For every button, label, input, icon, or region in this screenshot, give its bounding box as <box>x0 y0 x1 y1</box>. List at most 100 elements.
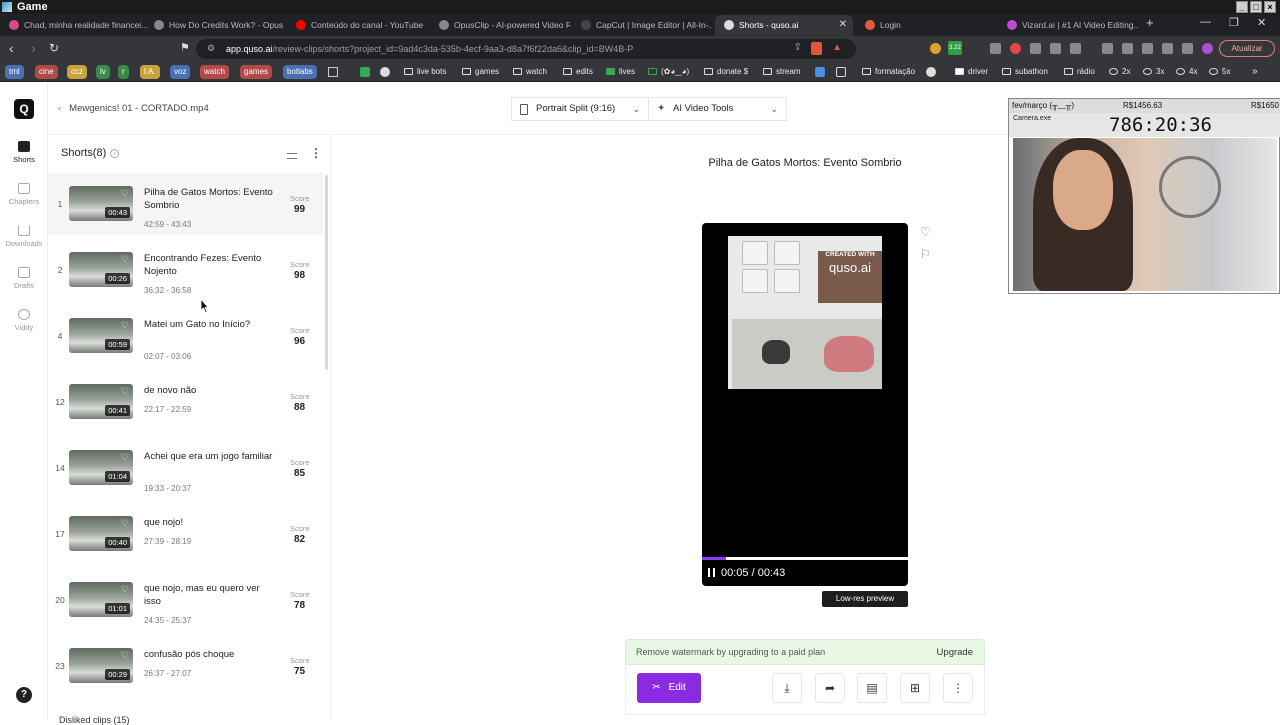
layout-button[interactable]: ⊞ <box>900 673 930 703</box>
more-button[interactable]: ⋮ <box>943 673 973 703</box>
close-browser-icon[interactable]: ✕ <box>1257 16 1266 29</box>
profile-avatar-icon[interactable] <box>1202 43 1213 54</box>
bookmark-chip[interactable]: watch <box>200 65 229 79</box>
bookmark-item[interactable]: (✿◕‿◕) <box>648 65 689 79</box>
edit-button[interactable]: ✂ Edit <box>637 673 701 703</box>
rail-item-chapters[interactable]: Chapters <box>0 183 48 206</box>
browser-tab[interactable]: Chad, minha realidade financei... <box>0 15 148 36</box>
sidebar-icon[interactable] <box>1122 43 1133 54</box>
heart-icon[interactable]: ♡ <box>121 518 129 529</box>
rail-item-viddy[interactable]: Viddy <box>0 309 48 332</box>
brave-shield-icon[interactable] <box>811 42 822 55</box>
bookmark-icon[interactable] <box>926 67 936 77</box>
clip-row[interactable]: 23 ♡ 00:29 confusão pós choque 26:37 - 27:07… <box>48 635 323 697</box>
bookmark-chip[interactable]: r <box>118 65 129 79</box>
bookmark-chip[interactable]: l.A. <box>140 65 160 79</box>
minimize-browser-icon[interactable]: — <box>1200 16 1211 28</box>
progress-bar[interactable] <box>702 557 908 560</box>
bookmark-folder[interactable]: formatação <box>862 65 915 79</box>
record-extension-icon[interactable] <box>1010 43 1021 54</box>
back-icon[interactable]: ‹ <box>9 41 14 55</box>
dislike-icon[interactable]: ⚐ <box>920 247 931 261</box>
breadcrumb[interactable]: ‹ Mewgenics! 01 - CORTADO.mp4 <box>58 103 209 114</box>
bookmark-icon[interactable] <box>360 67 370 77</box>
extension-icon[interactable] <box>1070 43 1081 54</box>
bookmark-icon[interactable]: ⚑ <box>180 41 190 55</box>
bookmark-folder[interactable]: watch <box>513 65 547 79</box>
browser-tab[interactable]: Conteúdo do canal - YouTube <box>287 15 427 36</box>
rail-item-shorts[interactable]: Shorts <box>0 141 48 164</box>
heart-icon[interactable]: ♡ <box>121 650 129 661</box>
heart-icon[interactable]: ♡ <box>121 584 129 595</box>
heart-icon[interactable]: ♡ <box>121 386 129 397</box>
brave-rewards-icon[interactable]: ▲ <box>832 42 842 53</box>
extension-icon[interactable] <box>990 43 1001 54</box>
wallet-icon[interactable] <box>1142 43 1153 54</box>
heart-icon[interactable]: ♡ <box>121 254 129 265</box>
bookmark-item[interactable]: driver <box>955 65 988 79</box>
bookmark-folder[interactable]: edits <box>563 65 593 79</box>
extension-badge-icon[interactable]: 3.22 <box>948 41 962 55</box>
clip-thumbnail[interactable]: ♡ 00:40 <box>69 516 133 551</box>
bookmark-folder[interactable]: stream <box>763 65 800 79</box>
clip-row[interactable]: 12 ♡ 00:41 de novo não 22:17 - 22:59 Score 88 <box>48 371 323 433</box>
restore-browser-icon[interactable]: ❐ <box>1229 16 1239 29</box>
maximize-button[interactable]: □ <box>1250 1 1262 13</box>
music-icon[interactable] <box>1102 43 1113 54</box>
clip-thumbnail[interactable]: ♡ 00:43 <box>69 186 133 221</box>
more-options-icon[interactable]: ⋮ <box>310 146 322 160</box>
clip-row[interactable]: 20 ♡ 01:01 que nojo, mas eu quero ver isso 2… <box>48 569 323 631</box>
url-field[interactable]: ⚙ app.quso.ai/review-clips/shorts?projec… <box>196 39 856 59</box>
clip-thumbnail[interactable]: ♡ 00:29 <box>69 648 133 683</box>
clip-thumbnail[interactable]: ♡ 01:01 <box>69 582 133 617</box>
clip-thumbnail[interactable]: ♡ 00:26 <box>69 252 133 287</box>
browser-tab-active[interactable]: Shorts - quso.ai ✕ <box>715 15 853 36</box>
browser-tab[interactable]: CapCut | Image Editor | All-In-... <box>572 15 712 36</box>
share-button[interactable]: ➦ <box>815 673 845 703</box>
new-tab-icon[interactable]: + <box>1146 15 1154 30</box>
bookmark-chip[interactable]: ccz <box>67 65 87 79</box>
puzzle-icon[interactable] <box>1050 43 1061 54</box>
bookmark-chip[interactable]: lv <box>96 65 110 79</box>
bookmark-chip[interactable]: games <box>240 65 273 79</box>
site-info-icon[interactable]: ⚙ <box>207 43 215 54</box>
extension-icon[interactable] <box>1030 43 1041 54</box>
quso-logo[interactable]: Q <box>14 99 34 119</box>
heart-icon[interactable]: ♡ <box>121 320 129 331</box>
extension-icon[interactable] <box>930 43 941 54</box>
apps-grid-icon[interactable] <box>328 67 338 77</box>
bookmark-icon[interactable] <box>380 67 390 77</box>
clip-row[interactable]: 14 ♡ 01:04 Achei que era um jogo familiar 19… <box>48 437 323 499</box>
upgrade-link[interactable]: Upgrade <box>937 647 973 658</box>
bookmark-item[interactable]: 2x <box>1109 65 1130 79</box>
clip-row[interactable]: 1 ♡ 00:43 Pilha de Gatos Mortos: Evento Som… <box>48 173 323 235</box>
shield-icon[interactable] <box>1182 43 1193 54</box>
like-icon[interactable]: ♡ <box>920 225 931 239</box>
bookmark-item[interactable]: 5x <box>1209 65 1230 79</box>
browser-tab[interactable]: Login <box>856 15 996 36</box>
browser-tab[interactable]: How Do Credits Work? - Opus... <box>145 15 283 36</box>
bookmark-chip[interactable]: cine <box>35 65 58 79</box>
disliked-clips-link[interactable]: Disliked clips (15) <box>59 715 130 725</box>
heart-icon[interactable]: ♡ <box>121 452 129 463</box>
clip-row[interactable]: 17 ♡ 00:40 que nojo! 27:39 - 28:19 Score 82 <box>48 503 323 565</box>
export-button[interactable]: ▤ <box>857 673 887 703</box>
clip-row[interactable]: 4 ♡ 00:59 Matei um Gato no Início? 02:07 - 0… <box>48 305 323 367</box>
more-bookmarks-icon[interactable]: » <box>1252 65 1258 79</box>
heart-icon[interactable]: ♡ <box>121 188 129 199</box>
download-button[interactable]: ⤓ <box>772 673 802 703</box>
layout-dropdown[interactable]: Portrait Split (9:16) ⌄ <box>511 97 649 121</box>
scrollbar[interactable] <box>325 175 328 370</box>
update-browser-button[interactable]: Atualizar <box>1219 40 1275 57</box>
minimize-button[interactable]: _ <box>1236 1 1248 13</box>
browser-tab[interactable]: OpusClip - AI-powered Video R... <box>430 15 570 36</box>
bookmark-item[interactable]: 3x <box>1143 65 1164 79</box>
bookmark-folder[interactable]: live bots <box>404 65 446 79</box>
bookmark-chip[interactable]: botlabs <box>283 65 317 79</box>
browser-tab[interactable]: Vizard.ai | #1 AI Video Editing... <box>998 15 1138 36</box>
reload-icon[interactable]: ↻ <box>49 41 59 55</box>
rail-item-downloads[interactable]: Downloads <box>0 225 48 248</box>
bookmark-icon[interactable] <box>836 67 846 77</box>
bookmark-chip[interactable]: voz <box>170 65 191 79</box>
bookmark-item[interactable]: lives <box>606 65 635 79</box>
